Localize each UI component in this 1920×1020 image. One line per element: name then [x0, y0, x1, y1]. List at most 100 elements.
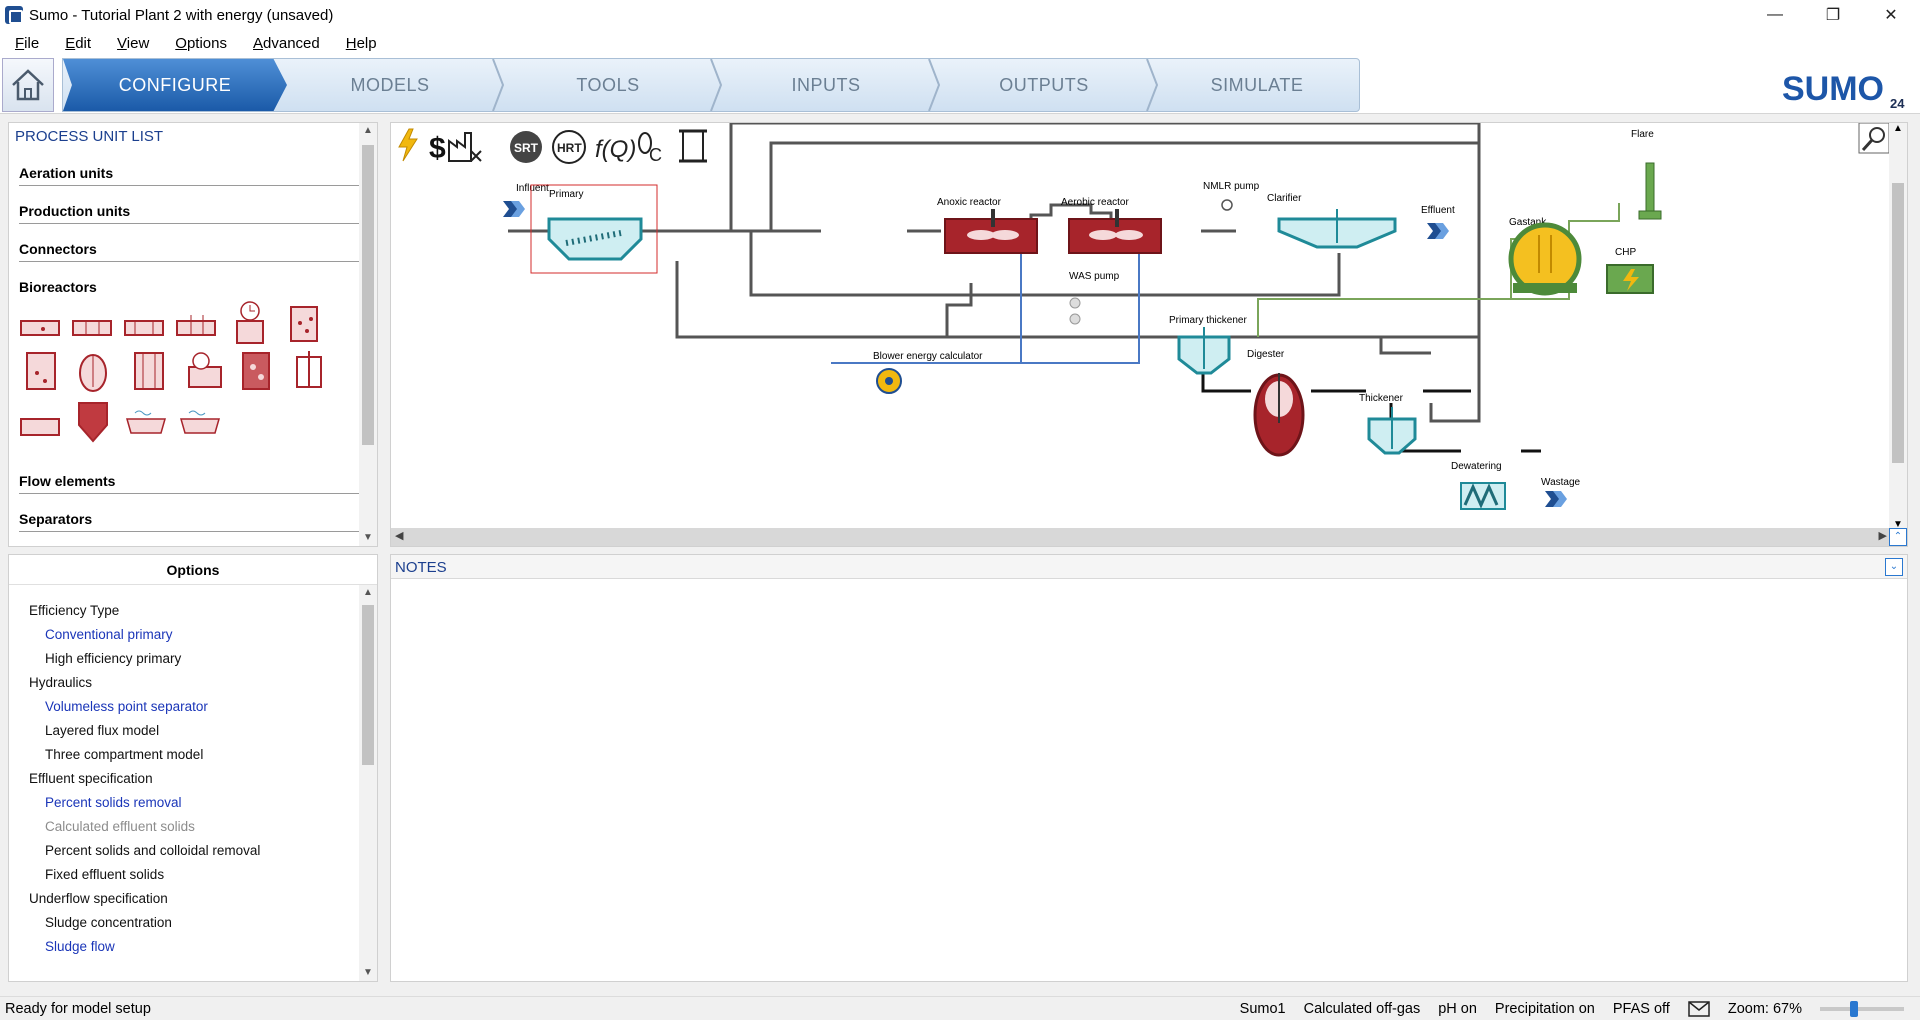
- option-sludge-flow[interactable]: Sludge flow: [45, 939, 115, 954]
- scroll-thumb[interactable]: [1892, 183, 1904, 463]
- option-percent-solids-removal[interactable]: Percent solids removal: [45, 795, 182, 810]
- hrt-icon[interactable]: HRT: [552, 130, 586, 164]
- menu-view[interactable]: View: [117, 35, 149, 52]
- bioreactor-lagoon-icon[interactable]: [126, 410, 166, 434]
- label-digester: Digester: [1247, 349, 1285, 360]
- bioreactor-mbbr-icon[interactable]: [20, 418, 60, 436]
- scroll-up-arrow[interactable]: ▲: [359, 585, 377, 601]
- factory-icon[interactable]: [448, 132, 482, 162]
- option-layered-flux-model[interactable]: Layered flux model: [45, 723, 159, 738]
- tab-inputs[interactable]: INPUTS: [717, 59, 935, 111]
- logo-text: SUMO: [1782, 70, 1884, 108]
- home-icon: [12, 69, 44, 101]
- option-fixed-effluent-solids[interactable]: Fixed effluent solids: [45, 867, 164, 882]
- zoom-slider[interactable]: [1820, 1000, 1904, 1017]
- menu-help[interactable]: Help: [346, 35, 377, 52]
- category-bioreactors[interactable]: Bioreactors: [19, 279, 359, 299]
- unit-list-scrollbar[interactable]: ▲ ▼: [359, 123, 377, 546]
- bioreactor-sbr-icon[interactable]: [124, 320, 164, 336]
- carbon-footprint-icon[interactable]: C: [638, 132, 662, 165]
- tab-tools[interactable]: TOOLS: [499, 59, 717, 111]
- bioreactor-timed-aerated-icon[interactable]: [188, 352, 222, 388]
- digester-icon[interactable]: [1253, 373, 1305, 457]
- bioreactor-hopper-icon[interactable]: [78, 402, 108, 443]
- cost-icon[interactable]: $: [429, 132, 446, 165]
- scroll-icon[interactable]: [679, 129, 707, 163]
- menu-advanced[interactable]: Advanced: [253, 35, 320, 52]
- nmlr-pump-icon[interactable]: [1221, 199, 1233, 211]
- menu-options[interactable]: Options: [175, 35, 227, 52]
- bioreactor-timed-icon[interactable]: [236, 301, 264, 344]
- collapse-down-button[interactable]: ⌄: [1885, 558, 1903, 576]
- tab-simulate[interactable]: SIMULATE: [1153, 59, 1361, 111]
- zoom-magnifier-icon[interactable]: [1858, 123, 1890, 154]
- clarifier-icon[interactable]: [1277, 209, 1397, 249]
- gastank-icon[interactable]: [1508, 222, 1582, 296]
- was-pump-icon[interactable]: [1069, 297, 1081, 325]
- option-three-compartment-model[interactable]: Three compartment model: [45, 747, 203, 762]
- scroll-up-arrow[interactable]: ▲: [359, 123, 377, 139]
- srt-icon[interactable]: SRT: [510, 131, 542, 163]
- diagram-horizontal-scrollbar[interactable]: ◀ ▶: [391, 528, 1891, 546]
- influent-icon[interactable]: [503, 201, 525, 217]
- scroll-down-arrow[interactable]: ▼: [359, 530, 377, 546]
- energy-icon[interactable]: [398, 128, 418, 162]
- option-percent-solids-colloidal-removal[interactable]: Percent solids and colloidal removal: [45, 843, 260, 858]
- scroll-thumb[interactable]: [362, 145, 374, 445]
- category-connectors[interactable]: Connectors: [19, 241, 359, 262]
- close-button[interactable]: ✕: [1862, 0, 1920, 30]
- option-volumeless-point-separator[interactable]: Volumeless point separator: [45, 699, 208, 714]
- process-flow-diagram[interactable]: $ SRT HRT f(Q) C Influent Primary Anoxic…: [390, 122, 1908, 547]
- category-production-units[interactable]: Production units: [19, 203, 359, 224]
- menu-bar: File Edit View Options Advanced Help: [0, 30, 1920, 56]
- options-scrollbar[interactable]: ▲ ▼: [359, 585, 377, 981]
- aerobic-reactor-icon[interactable]: [1068, 209, 1162, 254]
- collapse-up-button[interactable]: ⌃: [1889, 528, 1907, 546]
- restore-button[interactable]: ❐: [1804, 0, 1862, 30]
- flare-icon[interactable]: [1638, 162, 1662, 220]
- scroll-thumb[interactable]: [362, 605, 374, 765]
- bioreactor-cstr-icon[interactable]: [20, 320, 60, 336]
- bioreactor-biofilm-icon[interactable]: [296, 351, 322, 388]
- category-flow-elements[interactable]: Flow elements: [19, 473, 359, 494]
- home-button[interactable]: [2, 58, 54, 112]
- minimize-button[interactable]: —: [1746, 0, 1804, 30]
- dewatering-icon[interactable]: [1460, 482, 1506, 510]
- tab-outputs[interactable]: OUTPUTS: [935, 59, 1153, 111]
- notes-text-area[interactable]: [391, 579, 1907, 981]
- menu-edit[interactable]: Edit: [65, 35, 91, 52]
- bioreactor-digester-icon[interactable]: [79, 354, 107, 392]
- tab-models[interactable]: MODELS: [281, 59, 499, 111]
- thickener-icon[interactable]: [1367, 407, 1417, 455]
- tab-configure[interactable]: CONFIGURE: [63, 59, 287, 111]
- primary-clarifier-icon[interactable]: [547, 217, 643, 261]
- function-q-icon[interactable]: f(Q): [595, 136, 636, 163]
- option-sludge-concentration[interactable]: Sludge concentration: [45, 915, 172, 930]
- scroll-left-arrow[interactable]: ◀: [395, 529, 403, 542]
- category-separators[interactable]: Separators: [19, 511, 359, 532]
- zoom-slider-thumb[interactable]: [1850, 1000, 1858, 1017]
- menu-file[interactable]: File: [15, 35, 39, 52]
- diagram-vertical-scrollbar[interactable]: ▲ ▼: [1889, 123, 1907, 530]
- chp-icon[interactable]: [1606, 264, 1654, 294]
- scroll-right-arrow[interactable]: ▶: [1879, 529, 1887, 542]
- option-high-efficiency-primary[interactable]: High efficiency primary: [45, 651, 181, 666]
- bioreactor-granular-icon[interactable]: [242, 352, 270, 390]
- bioreactor-tall-icon[interactable]: [26, 352, 56, 390]
- anoxic-reactor-icon[interactable]: [944, 209, 1038, 254]
- title-bar: Sumo - Tutorial Plant 2 with energy (uns…: [0, 0, 1920, 30]
- primary-thickener-icon[interactable]: [1177, 327, 1231, 375]
- effluent-icon[interactable]: [1427, 223, 1449, 239]
- wastage-icon[interactable]: [1545, 491, 1567, 507]
- scroll-down-arrow[interactable]: ▼: [359, 965, 377, 981]
- mail-icon[interactable]: [1688, 1000, 1710, 1017]
- bioreactor-plug-flow-icon[interactable]: [72, 320, 112, 336]
- category-aeration-units[interactable]: Aeration units: [19, 165, 359, 186]
- option-conventional-primary[interactable]: Conventional primary: [45, 627, 173, 642]
- blower-energy-calculator-icon[interactable]: [876, 368, 902, 394]
- bioreactor-lagoon-aerated-icon[interactable]: [180, 410, 220, 434]
- bioreactor-column-icon[interactable]: [134, 352, 164, 390]
- bioreactor-aerated-icon[interactable]: [290, 306, 318, 342]
- scroll-up-arrow[interactable]: ▲: [1889, 123, 1907, 134]
- bioreactor-mbr-icon[interactable]: [176, 315, 216, 336]
